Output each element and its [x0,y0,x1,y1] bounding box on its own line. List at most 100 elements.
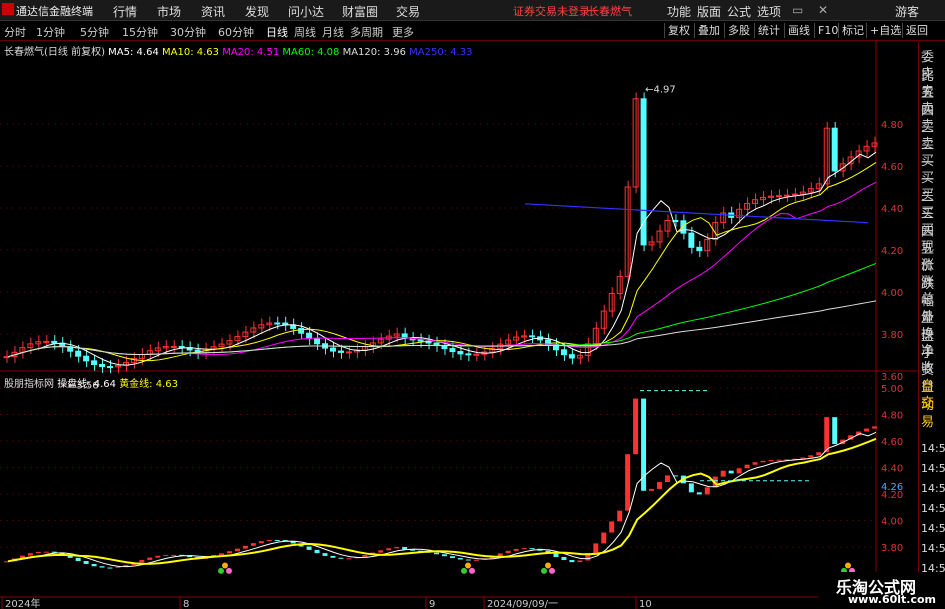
main-axis-label: 3.80 [881,330,903,341]
signal-icon [226,567,232,574]
indicator-line [7,437,877,565]
mark-button[interactable]: 标记 [838,23,867,38]
menu-formula[interactable]: 公式 [727,3,751,20]
app-logo-icon [2,3,14,15]
side-time-label: 14:56 [921,462,945,475]
menu-discover[interactable]: 发现 [245,3,269,20]
overlay-button[interactable]: 叠加 [694,23,723,38]
back-button[interactable]: 返回 [902,23,931,38]
watermark-url: www.60lt.com [848,593,937,606]
indicator-bar [808,455,814,458]
period-60min[interactable]: 60分钟 [218,24,254,40]
indicator-bar [306,546,312,550]
signal-icon [545,562,551,569]
app-title: 通达信金融终端 [16,5,93,18]
kline-chart[interactable]: ←4.97←3.56 4.804.604.404.204.003.803.605… [0,40,918,609]
indicator-bar [266,540,272,542]
sub-legend-title: 股朋指标网 [4,379,54,390]
indicator-bar [346,558,352,560]
indicator-bar [434,552,439,555]
candle-body [417,339,424,342]
multi-stock-button[interactable]: 多股 [724,23,753,38]
side-quote-label[interactable]: 交易 [921,392,945,430]
indicator-bar [362,554,368,558]
candle-body [783,194,790,197]
indicator-bar [83,561,89,564]
menu-market[interactable]: 市场 [157,3,181,20]
menu-options[interactable]: 选项 [757,3,781,20]
indicator-bar [163,554,169,556]
indicator-bar [465,559,471,561]
period-monthly[interactable]: 月线 [322,24,344,40]
signal-icon [465,562,471,569]
main-axis-label: 4.20 [881,246,903,257]
candle-body [680,220,687,234]
period-multi[interactable]: 多周期 [350,24,383,40]
indicator-bar [473,559,479,561]
adjust-button[interactable]: 复权 [664,23,693,38]
candle-body [274,322,281,325]
stats-button[interactable]: 统计 [754,23,783,38]
quote-side-panel: 委比 卖五 卖四 卖三 卖二 卖一 买一 买二 买三 买四 买五 现价 涨跌 涨幅 总量 外盘 换手 净资 收益 自动… [918,42,945,609]
period-15min[interactable]: 15分钟 [122,24,158,40]
stock-name-header: 长春燃气 [588,5,632,18]
login-warning[interactable]: 证券交易未登录 [513,3,590,19]
period-5min[interactable]: 5分钟 [80,24,109,40]
main-axis-label: 4.40 [881,204,903,215]
candle-body [226,340,233,345]
minimize-icon[interactable]: ▭ [792,3,803,17]
indicator-bar [561,556,567,561]
indicator-bar [617,510,623,522]
sub-axis-label: 3.80 [881,543,903,554]
signal-icon [461,567,467,574]
indicator-bar [107,567,113,569]
candle-body [345,351,352,354]
signal-icon [469,567,475,574]
menu-market-quotes[interactable]: 行情 [113,3,137,20]
add-watchlist-button[interactable]: +自选 [866,23,904,38]
indicator-bar [760,460,766,463]
draw-line-button[interactable]: 画线 [784,23,813,38]
period-daily[interactable]: 日线 [266,24,288,40]
menu-wealth[interactable]: 财富圈 [342,3,378,20]
side-time-label: 14:56 [921,522,945,535]
menu-news[interactable]: 资讯 [201,3,225,20]
sub-legend: 股朋指标网 操盘线: 4.64 黄金线: 4.63 [4,375,178,390]
candle-body [688,232,695,248]
indicator-bar [657,482,662,489]
sub-axis-label: 4.20 [881,490,903,501]
indicator-bar [593,543,599,554]
period-1min[interactable]: 1分钟 [36,24,65,40]
candle-body [449,348,456,353]
ma-line [7,151,877,366]
indicator-bar [497,553,503,557]
indicator-bar [816,452,822,456]
indicator-bar [744,464,750,469]
candle-body [823,127,830,185]
close-icon[interactable]: ✕ [818,3,828,17]
menu-ask[interactable]: 问小达 [288,3,324,20]
indicator-bar [768,460,774,462]
date-label: 9 [429,599,435,609]
sub-axis-label: 4.80 [881,411,903,422]
sub-legend-item: 操盘线: 4.64 [57,379,120,390]
candle-body [441,345,448,350]
period-tick[interactable]: 分时 [4,24,26,40]
menu-function[interactable]: 功能 [667,3,691,20]
candle-body [457,351,464,355]
side-time-label: 14:56 [921,542,945,555]
date-label: 2024/09/09/一 [487,599,558,609]
candle-body [266,322,273,326]
indicator-bar [864,428,870,432]
period-30min[interactable]: 30分钟 [170,24,206,40]
period-weekly[interactable]: 周线 [294,24,316,40]
indicator-bar [330,555,336,558]
period-more[interactable]: 更多 [392,24,414,40]
menu-layout[interactable]: 版面 [697,3,721,20]
indicator-bar [521,548,527,550]
main-axis-label: 4.00 [881,288,903,299]
guest-button[interactable]: 游客 [895,3,919,20]
menu-trade[interactable]: 交易 [396,3,420,20]
indicator-line [7,431,877,568]
ma-legend-item: MA5: 4.64 [108,47,162,58]
